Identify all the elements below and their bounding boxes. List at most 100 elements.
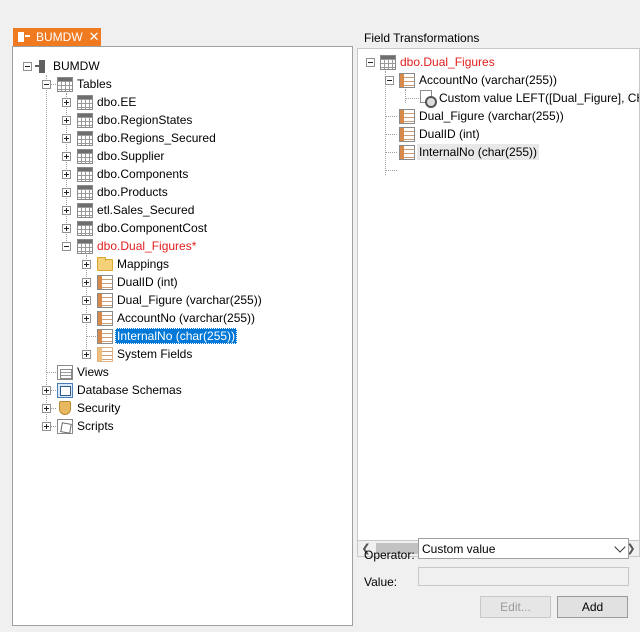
transform-field[interactable]: DualID (int) bbox=[399, 125, 482, 143]
tree-item-table[interactable]: dbo.EE bbox=[77, 93, 138, 111]
operator-select[interactable]: Custom value bbox=[418, 538, 629, 559]
expand-toggle[interactable] bbox=[62, 116, 71, 125]
tree-item-field[interactable]: Dual_Figure (varchar(255)) bbox=[97, 291, 264, 309]
tab-bumdw[interactable]: BUMDW ✕ bbox=[13, 28, 101, 46]
field-icon bbox=[399, 144, 415, 160]
operator-label: Operator: bbox=[364, 547, 415, 562]
tree-item-label: dbo.Dual_Figures bbox=[400, 55, 495, 69]
field-icon bbox=[399, 126, 415, 142]
table-icon bbox=[77, 238, 93, 254]
tree-item-field[interactable]: AccountNo (varchar(255)) bbox=[97, 309, 257, 327]
expand-toggle[interactable] bbox=[82, 278, 91, 287]
expand-toggle[interactable] bbox=[82, 260, 91, 269]
tree-item-tables[interactable]: Tables bbox=[57, 75, 114, 93]
collapse-toggle[interactable] bbox=[62, 242, 71, 251]
expand-toggle[interactable] bbox=[82, 296, 91, 305]
tree-item-table[interactable]: dbo.Components bbox=[77, 165, 190, 183]
database-icon bbox=[35, 59, 49, 74]
tree-item-label: Scripts bbox=[77, 419, 114, 433]
expand-toggle[interactable] bbox=[62, 170, 71, 179]
collapse-toggle[interactable] bbox=[42, 80, 51, 89]
transform-field[interactable]: Dual_Figure (varchar(255)) bbox=[399, 107, 566, 125]
expand-toggle[interactable] bbox=[42, 422, 51, 431]
system-fields-icon bbox=[97, 346, 113, 362]
chevron-down-icon bbox=[614, 541, 626, 553]
tree-item-system-fields[interactable]: System Fields bbox=[97, 345, 194, 363]
expand-toggle[interactable] bbox=[62, 224, 71, 233]
value-label: Value: bbox=[364, 574, 398, 589]
folder-icon bbox=[97, 257, 113, 271]
table-icon bbox=[77, 220, 93, 236]
tree-item-views[interactable]: Views bbox=[57, 363, 111, 381]
tree-item-database-schemas[interactable]: Database Schemas bbox=[57, 381, 184, 399]
field-icon bbox=[97, 328, 113, 344]
expand-toggle[interactable] bbox=[42, 386, 51, 395]
tree-item-label: AccountNo (varchar(255)) bbox=[117, 311, 256, 325]
expand-toggle[interactable] bbox=[62, 206, 71, 215]
field-transformations-panel: Field Transformations dbo.Dual_Figures A… bbox=[357, 26, 640, 632]
tab-label: BUMDW bbox=[36, 30, 83, 44]
tree-item-field[interactable]: DualID (int) bbox=[97, 273, 180, 291]
transform-field[interactable]: InternalNo (char(255)) bbox=[399, 143, 540, 161]
tree-item-label: Dual_Figure (varchar(255)) bbox=[117, 293, 262, 307]
tree-item-table[interactable]: dbo.Products bbox=[77, 183, 170, 201]
expand-toggle[interactable] bbox=[82, 350, 91, 359]
tree-item-label: dbo.ComponentCost bbox=[97, 221, 208, 235]
tree-item-table-dual-figures[interactable]: dbo.Dual_Figures* bbox=[77, 237, 198, 255]
field-icon bbox=[399, 108, 415, 124]
transformations-tree: dbo.Dual_Figures AccountNo (varchar(255)… bbox=[357, 48, 640, 541]
tree-item-label: InternalNo (char(255)) bbox=[417, 144, 540, 160]
close-icon[interactable]: ✕ bbox=[89, 30, 100, 43]
table-icon bbox=[77, 94, 93, 110]
tree-item-mappings[interactable]: Mappings bbox=[97, 255, 171, 273]
tree-item-label: dbo.Components bbox=[97, 167, 189, 181]
tree-item-label: Views bbox=[77, 365, 109, 379]
tree-item-table[interactable]: etl.Sales_Secured bbox=[77, 201, 196, 219]
tree-item-label: InternalNo (char(255)) bbox=[115, 328, 238, 344]
field-icon bbox=[97, 274, 113, 290]
value-row: Value: bbox=[364, 572, 397, 591]
tree-item-label: dbo.Dual_Figures* bbox=[97, 239, 197, 253]
tree-item-label: Security bbox=[77, 401, 121, 415]
table-icon bbox=[77, 148, 93, 164]
operator-value: Custom value bbox=[422, 541, 496, 556]
field-icon bbox=[399, 72, 415, 88]
views-icon bbox=[57, 364, 73, 380]
add-button[interactable]: Add bbox=[557, 596, 628, 618]
tree-item-label: DualID (int) bbox=[117, 275, 178, 289]
transform-field-accountno[interactable]: AccountNo (varchar(255)) bbox=[399, 71, 559, 89]
edit-button[interactable]: Edit... bbox=[480, 596, 551, 618]
tree-root-bumdw[interactable]: BUMDW bbox=[35, 57, 102, 75]
tree-item-label: dbo.Supplier bbox=[97, 149, 165, 163]
tree-item-label: Dual_Figure (varchar(255)) bbox=[419, 109, 564, 123]
expand-toggle[interactable] bbox=[82, 314, 91, 323]
transform-custom-value[interactable]: Custom value LEFT([Dual_Figure], CHAR bbox=[419, 89, 640, 108]
collapse-toggle[interactable] bbox=[23, 62, 32, 71]
shield-icon bbox=[59, 401, 71, 415]
table-icon bbox=[77, 112, 93, 128]
table-icon bbox=[77, 130, 93, 146]
expand-toggle[interactable] bbox=[42, 404, 51, 413]
tree-item-table[interactable]: dbo.RegionStates bbox=[77, 111, 194, 129]
tree-item-security[interactable]: Security bbox=[57, 399, 122, 417]
expand-toggle[interactable] bbox=[62, 98, 71, 107]
tree-item-table[interactable]: dbo.ComponentCost bbox=[77, 219, 209, 237]
tree-item-label: BUMDW bbox=[53, 59, 100, 73]
expand-toggle[interactable] bbox=[62, 134, 71, 143]
custom-value-icon bbox=[419, 90, 437, 108]
collapse-toggle[interactable] bbox=[385, 76, 394, 85]
tree-item-table[interactable]: dbo.Supplier bbox=[77, 147, 166, 165]
tree-item-scripts[interactable]: Scripts bbox=[57, 417, 116, 435]
collapse-toggle[interactable] bbox=[366, 58, 375, 67]
tree-item-label: Custom value LEFT([Dual_Figure], CHAR bbox=[439, 91, 640, 105]
tree-item-label: dbo.EE bbox=[97, 95, 137, 109]
expand-toggle[interactable] bbox=[62, 188, 71, 197]
expand-toggle[interactable] bbox=[62, 152, 71, 161]
tree-item-table[interactable]: dbo.Regions_Secured bbox=[77, 129, 218, 147]
value-field[interactable] bbox=[418, 567, 629, 586]
tree-item-label: etl.Sales_Secured bbox=[97, 203, 195, 217]
transform-root[interactable]: dbo.Dual_Figures bbox=[380, 53, 497, 71]
tree-item-field-selected[interactable]: InternalNo (char(255)) bbox=[97, 327, 238, 345]
field-icon bbox=[97, 310, 113, 326]
tree-item-label: System Fields bbox=[117, 347, 193, 361]
